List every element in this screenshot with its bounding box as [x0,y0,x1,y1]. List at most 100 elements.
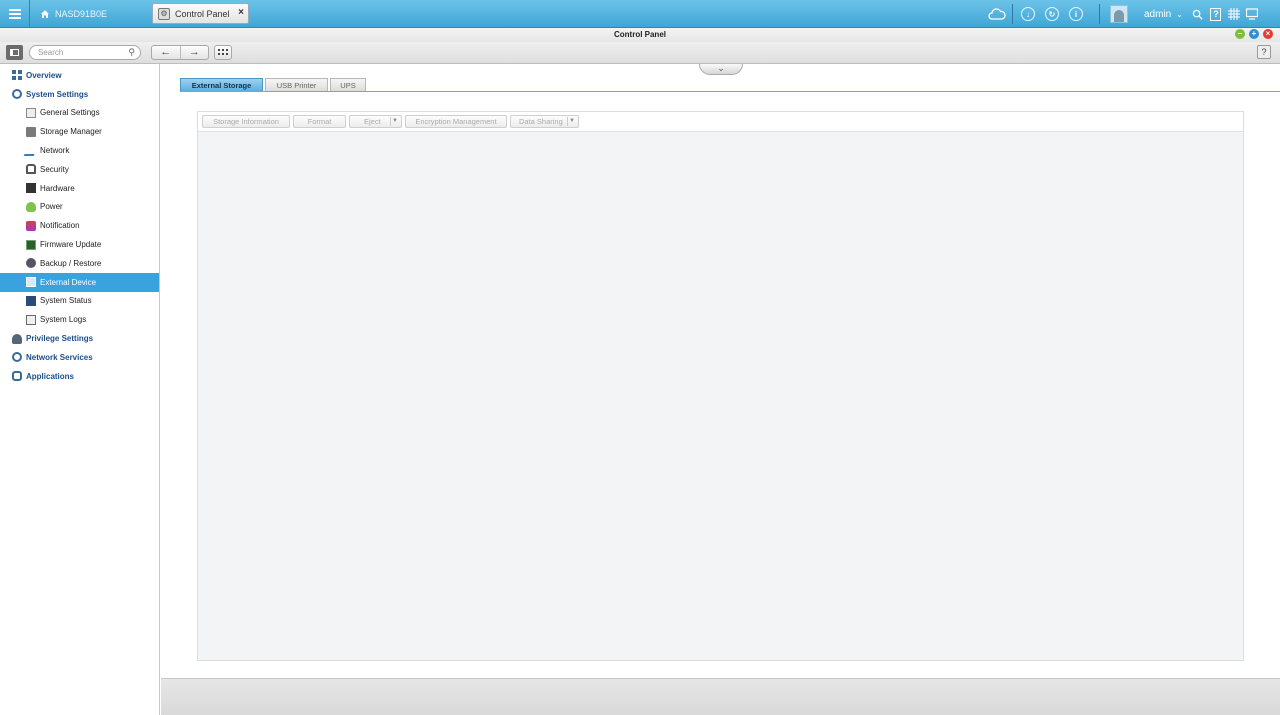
sidebar-item-backup-restore[interactable]: Backup / Restore [0,254,159,273]
back-button[interactable]: ← [152,46,181,59]
sidebar-item-network[interactable]: Network [0,141,159,160]
overview-icon [12,70,22,81]
sidebar-item-label: Storage Manager [40,127,102,137]
sidebar-item-label: External Device [40,277,97,287]
chevron-down-icon[interactable]: ⌄ [1176,10,1183,19]
sidebar-item-label: General Settings [40,108,100,118]
forward-button[interactable]: → [181,46,209,59]
sidebar-item-label: Network [40,146,70,156]
firmware-icon [26,239,36,250]
info-icon[interactable]: i [1067,5,1085,23]
search-icon[interactable] [1189,5,1207,23]
collapse-handle[interactable]: ⌄ [699,64,743,75]
monitor-icon[interactable] [1243,5,1261,23]
home-icon [41,10,49,18]
notification-icon [26,220,36,231]
sidebar-item-label: Power [40,202,63,212]
sidebar: Overview System Settings General Setting… [0,64,160,715]
eject-label: Eject [364,117,381,126]
control-panel-app-tab[interactable]: ⚙ Control Panel × [152,3,249,24]
sidebar-item-system-logs[interactable]: System Logs [0,310,159,329]
separator [567,117,568,126]
sidebar-item-label: System Logs [40,315,87,325]
sidebar-item-notification[interactable]: Notification [0,216,159,235]
app-tab-label: Control Panel [175,8,230,19]
tab-ups[interactable]: UPS [330,78,366,91]
sidebar-item-system-settings[interactable]: System Settings [0,85,159,104]
avatar-icon[interactable] [1110,5,1128,23]
top-bar: NASD91B0E ⚙ Control Panel × ↓ ↻ i admin … [0,0,1280,28]
panel-toolbar: Storage Information Format Eject ▼ Encry… [198,112,1243,132]
sidebar-toggle-button[interactable] [6,45,23,60]
sidebar-item-storage-manager[interactable]: Storage Manager [0,122,159,141]
storage-information-button[interactable]: Storage Information [202,115,290,128]
user-name[interactable]: admin [1144,9,1171,20]
sidebar-item-power[interactable]: Power [0,198,159,217]
general-settings-icon [26,107,36,118]
sidebar-item-label: Backup / Restore [40,258,102,268]
sidebar-item-overview[interactable]: Overview [0,66,159,85]
gear-icon [12,89,22,100]
footer-bar [161,678,1280,715]
sidebar-item-label: Firmware Update [40,240,102,250]
format-button[interactable]: Format [293,115,346,128]
sidebar-item-network-services[interactable]: Network Services [0,348,159,367]
search-input[interactable] [38,48,128,57]
backup-icon [26,258,36,269]
sidebar-item-label: System Status [40,296,92,306]
home-tab[interactable]: NASD91B0E [32,3,146,25]
menu-icon [8,13,21,15]
window-title: Control Panel [613,30,666,39]
sidebar-item-applications[interactable]: Applications [0,367,159,386]
sidebar-item-privilege-settings[interactable]: Privilege Settings [0,329,159,348]
help-button[interactable]: ? [1257,45,1271,59]
window-controls: – + × [1235,29,1273,39]
tab-usb-printer[interactable]: USB Printer [265,78,328,91]
nas-name: NASD91B0E [55,9,108,19]
sidebar-item-hardware[interactable]: Hardware [0,179,159,198]
sidebar-item-label: System Settings [26,89,89,99]
user-icon [12,333,22,344]
grid-icon[interactable] [1225,5,1243,23]
globe-icon [12,352,22,363]
sidebar-item-label: Security [40,164,69,174]
sidebar-item-firmware-update[interactable]: Firmware Update [0,235,159,254]
separator [1012,4,1013,24]
monitor-icon [26,295,36,306]
sidebar-item-label: Overview [26,70,62,80]
tab-external-storage[interactable]: External Storage [180,78,263,91]
window-title-bar: Control Panel – + × [0,28,1280,42]
minimize-button[interactable]: – [1235,29,1245,39]
logs-icon [26,314,36,325]
sidebar-item-system-status[interactable]: System Status [0,292,159,311]
encryption-management-button[interactable]: Encryption Management [405,115,507,128]
control-panel-icon: ⚙ [158,7,170,20]
applications-icon [12,371,22,382]
eject-button[interactable]: Eject ▼ [349,115,402,128]
apps-grid-icon [218,49,228,55]
sidebar-item-label: Hardware [40,183,75,193]
maximize-button[interactable]: + [1249,29,1259,39]
sidebar-item-general-settings[interactable]: General Settings [0,104,159,123]
separator [390,117,391,126]
close-tab-icon[interactable]: × [238,7,244,18]
sidebar-item-security[interactable]: Security [0,160,159,179]
cloud-icon[interactable] [988,5,1006,23]
sidebar-item-external-device[interactable]: External Device [0,272,159,292]
search-field[interactable]: ⚲ [29,45,141,60]
lock-icon [26,164,36,175]
main-menu-button[interactable] [0,0,30,28]
search-icon[interactable]: ⚲ [128,46,135,59]
hardware-icon [26,183,36,194]
storage-panel: Storage Information Format Eject ▼ Encry… [197,111,1244,661]
network-icon [23,145,39,156]
sidebar-item-label: Network Services [26,352,93,362]
data-sharing-button[interactable]: Data Sharing ▼ [510,115,579,128]
help-icon[interactable]: ? [1207,5,1225,23]
apps-grid-button[interactable] [214,45,232,60]
sidebar-item-label: Applications [26,371,75,381]
download-icon[interactable]: ↓ [1019,5,1037,23]
external-device-icon [26,277,36,288]
close-window-button[interactable]: × [1263,29,1273,39]
sync-icon[interactable]: ↻ [1043,5,1061,23]
